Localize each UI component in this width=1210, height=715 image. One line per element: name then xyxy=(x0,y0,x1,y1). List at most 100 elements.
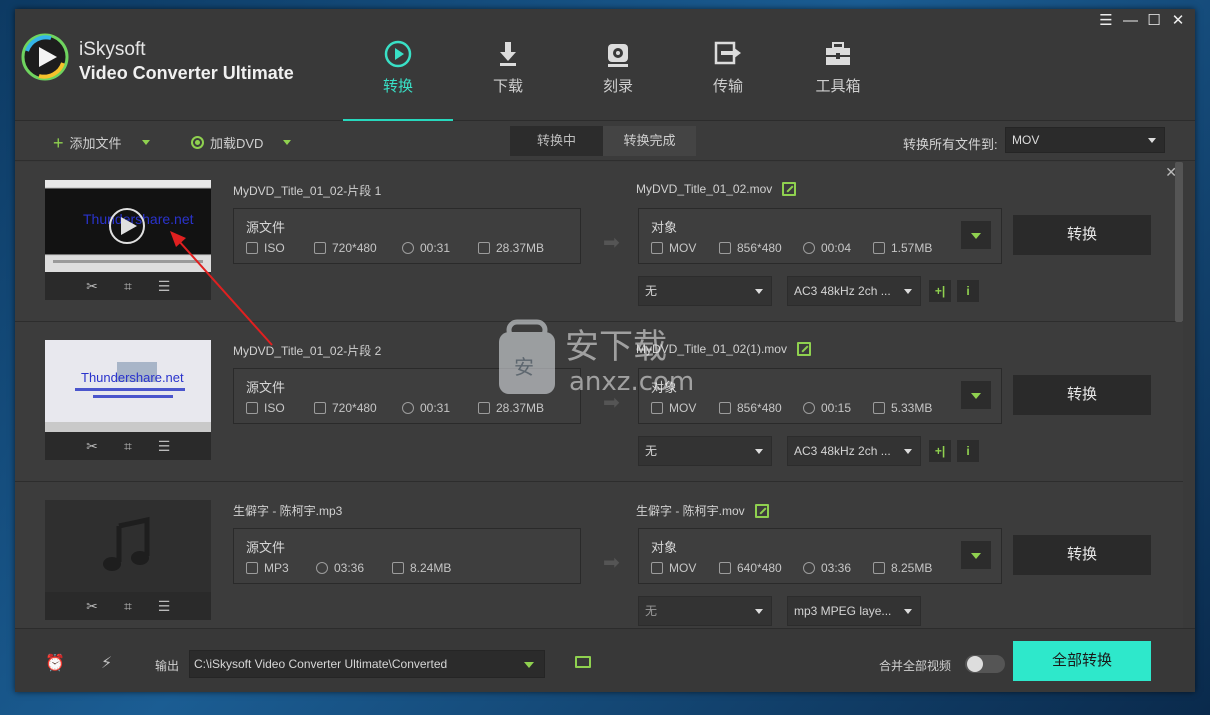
clock-icon xyxy=(402,402,414,414)
source-label: 源文件 xyxy=(246,380,286,395)
main-nav: 转换 下载 刻录 传输 工具箱 xyxy=(343,9,893,122)
add-files-button[interactable]: + 添加文件 xyxy=(53,133,150,152)
merge-videos-toggle[interactable] xyxy=(965,655,1005,673)
thumbnail-image: Thundershare.net xyxy=(45,180,211,272)
film-icon xyxy=(651,402,663,414)
source-resolution-value: 720*480 xyxy=(332,241,377,255)
chevron-down-icon[interactable] xyxy=(141,140,150,145)
edit-icon[interactable] xyxy=(796,342,811,356)
convert-button[interactable]: 转换 xyxy=(1013,535,1151,575)
file-row: ✕ Thundershare.net ✂ ⌗ ☰ MyDVD_Title_01_… xyxy=(15,162,1183,322)
effects-icon[interactable]: ☰ xyxy=(157,278,171,295)
target-format-value: MOV xyxy=(669,401,697,415)
video-thumbnail[interactable]: Thundershare.net ✂ ⌗ ☰ xyxy=(45,180,211,300)
nav-transfer[interactable]: 传输 xyxy=(673,9,783,121)
convert-button[interactable]: 转换 xyxy=(1013,375,1151,415)
source-info-box: 源文件 ISO 720*480 00:31 28.37MB xyxy=(233,208,581,264)
target-settings-dropdown[interactable] xyxy=(961,381,991,409)
audio-track-select[interactable]: mp3 MPEG laye... xyxy=(787,596,921,626)
target-resolution-value: 640*480 xyxy=(737,561,782,575)
film-icon xyxy=(651,242,663,254)
crop-icon[interactable]: ⌗ xyxy=(121,598,135,615)
source-resolution-value: 720*480 xyxy=(332,401,377,415)
target-duration-value: 03:36 xyxy=(821,561,852,575)
lightning-icon[interactable]: ⚡ xyxy=(101,653,112,673)
target-format-value: MOV xyxy=(669,561,697,575)
audio-track-value: AC3 48kHz 2ch ... xyxy=(794,444,891,458)
target-settings-dropdown[interactable] xyxy=(961,541,991,569)
crop-icon[interactable]: ⌗ xyxy=(121,278,135,295)
file-list: ✕ Thundershare.net ✂ ⌗ ☰ MyDVD_Title_01_… xyxy=(15,162,1195,628)
header: iSkysoft Video Converter Ultimate 转换 下载 … xyxy=(15,9,1195,122)
target-file-name: MyDVD_Title_01_02(1).mov xyxy=(636,342,811,356)
edit-icon[interactable] xyxy=(754,503,769,518)
nav-label: 转换 xyxy=(382,78,413,95)
source-duration-value: 00:31 xyxy=(420,401,451,415)
target-resolution-value: 856*480 xyxy=(737,401,782,415)
clock-icon xyxy=(316,562,328,574)
chevron-down-icon xyxy=(904,609,912,614)
chevron-down-icon xyxy=(755,449,763,454)
load-dvd-button[interactable]: 加载DVD xyxy=(191,133,292,152)
minimize-icon[interactable]: — xyxy=(1123,13,1138,29)
nav-download[interactable]: 下载 xyxy=(453,9,563,121)
target-resolution: 856*480 xyxy=(719,241,782,255)
source-info-box: 源文件 ISO 720*480 00:31 28.37MB xyxy=(233,368,581,424)
crop-icon[interactable]: ⌗ xyxy=(121,438,135,455)
chevron-down-icon xyxy=(524,662,534,668)
info-icon[interactable]: i xyxy=(957,440,979,462)
trim-icon[interactable]: ✂ xyxy=(85,278,99,295)
subtitle-select[interactable]: 无 xyxy=(638,596,772,626)
nav-convert[interactable]: 转换 xyxy=(343,9,453,122)
output-path-value: C:\iSkysoft Video Converter Ultimate\Con… xyxy=(194,657,448,671)
target-size-value: 5.33MB xyxy=(891,401,933,415)
open-folder-icon[interactable] xyxy=(575,656,591,668)
source-file-name: MyDVD_Title_01_02-片段 2 xyxy=(233,344,382,358)
target-info-box: 对象 MOV 856*480 00:04 1.57MB xyxy=(638,208,1002,264)
menu-icon[interactable]: ☰ xyxy=(1099,13,1113,29)
output-label: 输出 xyxy=(155,659,180,673)
tab-converted[interactable]: 转换完成 xyxy=(603,126,696,156)
audio-track-select[interactable]: AC3 48kHz 2ch ... xyxy=(787,436,921,466)
audio-track-value: mp3 MPEG laye... xyxy=(794,604,892,618)
target-format-value: MOV xyxy=(669,241,697,255)
convert-all-to-label: 转换所有文件到: xyxy=(903,137,998,152)
output-path-select[interactable]: C:\iSkysoft Video Converter Ultimate\Con… xyxy=(189,650,545,678)
nav-label: 下载 xyxy=(492,78,523,95)
arrow-right-icon: ➡ xyxy=(603,392,620,414)
trim-icon[interactable]: ✂ xyxy=(85,598,99,615)
info-icon[interactable]: i xyxy=(957,280,979,302)
subtitle-select[interactable]: 无 xyxy=(638,276,772,306)
nav-burn[interactable]: 刻录 xyxy=(563,9,673,121)
edit-icon[interactable] xyxy=(782,182,797,196)
app-window: iSkysoft Video Converter Ultimate 转换 下载 … xyxy=(15,9,1195,692)
target-size-value: 8.25MB xyxy=(891,561,933,575)
chevron-down-icon[interactable] xyxy=(283,140,292,145)
target-label: 对象 xyxy=(651,220,678,235)
transfer-icon xyxy=(714,41,741,65)
tab-converting[interactable]: 转换中 xyxy=(510,126,603,156)
audio-track-select[interactable]: AC3 48kHz 2ch ... xyxy=(787,276,921,306)
convert-all-button[interactable]: 全部转换 xyxy=(1013,641,1151,681)
schedule-clock-icon[interactable]: ⏰ xyxy=(45,653,65,673)
add-audio-icon[interactable]: +| xyxy=(929,280,951,302)
target-settings-dropdown[interactable] xyxy=(961,221,991,249)
target-info-box: 对象 MOV 640*480 03:36 8.25MB xyxy=(638,528,1002,584)
effects-icon[interactable]: ☰ xyxy=(157,438,171,455)
output-format-select[interactable]: MOV xyxy=(1005,127,1165,153)
audio-thumbnail[interactable]: ✂ ⌗ ☰ xyxy=(45,500,211,620)
scrollbar-thumb[interactable] xyxy=(1175,162,1183,322)
source-duration-value: 00:31 xyxy=(420,241,451,255)
subtitle-select[interactable]: 无 xyxy=(638,436,772,466)
trim-icon[interactable]: ✂ xyxy=(85,438,99,455)
target-file-name-text: MyDVD_Title_01_02.mov xyxy=(636,182,773,196)
source-size: 8.24MB xyxy=(392,561,451,575)
nav-toolbox[interactable]: 工具箱 xyxy=(783,9,893,121)
video-thumbnail[interactable]: Thundershare.net ✂ ⌗ ☰ xyxy=(45,340,211,460)
close-icon[interactable]: ✕ xyxy=(1171,13,1185,29)
add-audio-icon[interactable]: +| xyxy=(929,440,951,462)
source-label: 源文件 xyxy=(246,220,286,235)
convert-button[interactable]: 转换 xyxy=(1013,215,1151,255)
maximize-icon[interactable]: ☐ xyxy=(1147,13,1161,29)
effects-icon[interactable]: ☰ xyxy=(157,598,171,615)
